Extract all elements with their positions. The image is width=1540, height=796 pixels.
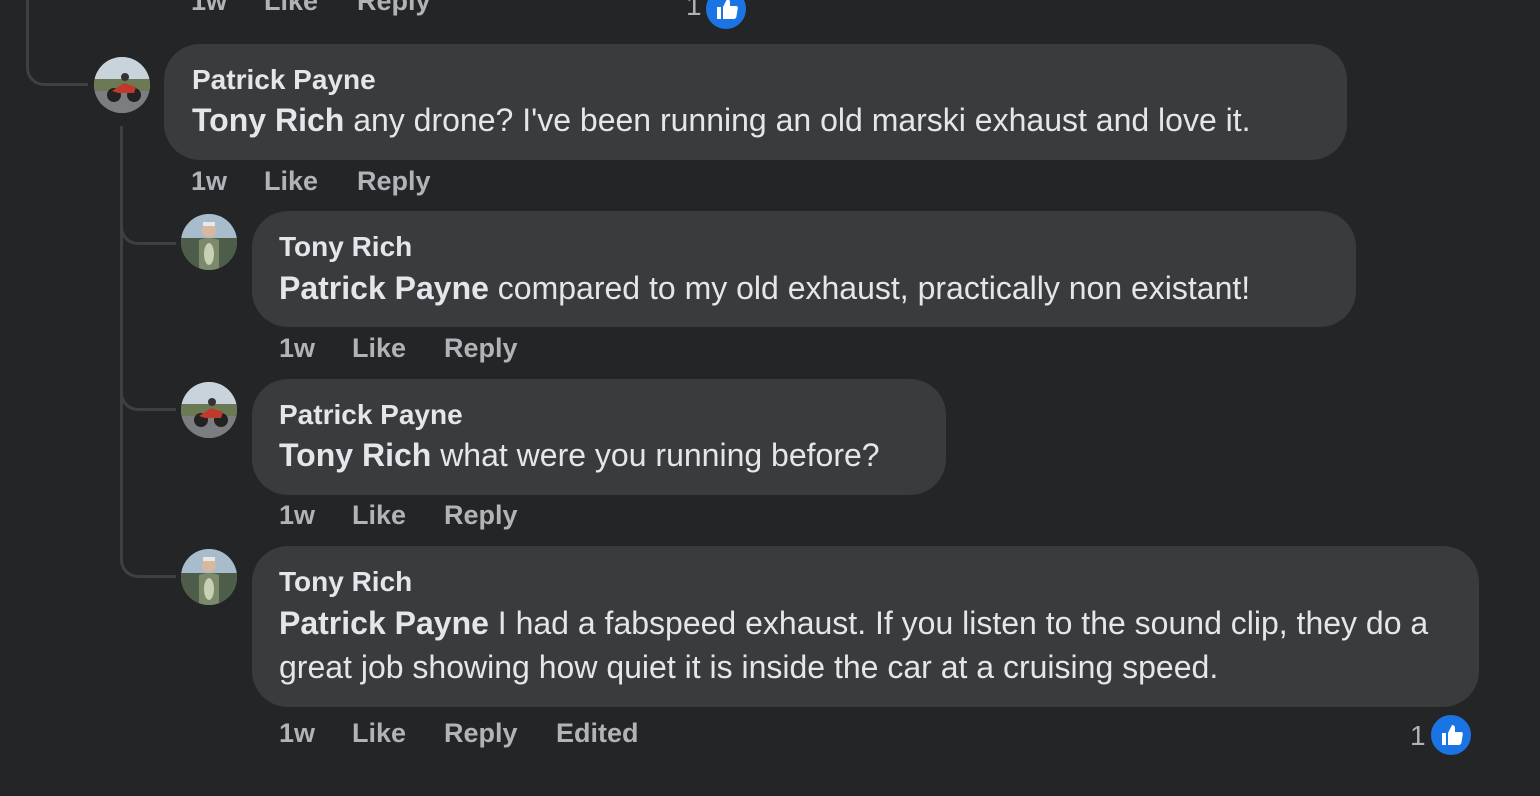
reply-button[interactable]: Reply (357, 0, 431, 17)
mention-link[interactable]: Tony Rich (279, 437, 431, 473)
comment-body: any drone? I've been running an old mars… (344, 102, 1251, 138)
like-button[interactable]: Like (264, 166, 318, 197)
reaction-count[interactable]: 1 (1410, 720, 1426, 752)
motorcycle-avatar (181, 382, 237, 438)
person-fish-avatar (181, 549, 237, 605)
like-button[interactable]: Like (352, 500, 406, 531)
person-fish-avatar (181, 214, 237, 270)
comment-time[interactable]: 1w (279, 718, 315, 749)
thread-connector-reply-3 (120, 536, 176, 578)
comment-bubble: Tony Rich Patrick Payne I had a fabspeed… (252, 546, 1479, 707)
comment-text: Patrick Payne compared to my old exhaust… (279, 266, 1349, 310)
comment-bubble: Tony Rich Patrick Payne compared to my o… (252, 211, 1356, 327)
reply-button[interactable]: Reply (444, 718, 518, 749)
comment-author[interactable]: Patrick Payne (192, 64, 376, 96)
comment-time[interactable]: 1w (191, 166, 227, 197)
comment-text: Tony Rich any drone? I've been running a… (192, 98, 1332, 142)
thread-connector-outer (26, 0, 88, 86)
comment-bubble: Patrick Payne Tony Rich what were you ru… (252, 379, 946, 495)
thumbs-up-icon[interactable] (1428, 712, 1474, 758)
reply-button[interactable]: Reply (444, 500, 518, 531)
mention-link[interactable]: Patrick Payne (279, 605, 489, 641)
like-button[interactable]: Like (352, 718, 406, 749)
comment-body: compared to my old exhaust, practically … (488, 270, 1251, 306)
comment-author[interactable]: Tony Rich (279, 566, 412, 598)
comment-text: Patrick Payne I had a fabspeed exhaust. … (279, 601, 1459, 689)
edited-label[interactable]: Edited (556, 718, 639, 749)
thread-line-inner (120, 126, 123, 556)
comment-time[interactable]: 1w (279, 500, 315, 531)
thumbs-up-icon[interactable] (703, 0, 749, 32)
comment-text: Tony Rich what were you running before? (279, 433, 939, 477)
mention-link[interactable]: Tony Rich (192, 102, 344, 138)
avatar[interactable] (181, 549, 237, 605)
comment-author[interactable]: Patrick Payne (279, 399, 463, 431)
thread-connector-reply-1 (120, 200, 176, 245)
reaction-count[interactable]: 1 (686, 0, 702, 22)
comment-author[interactable]: Tony Rich (279, 231, 412, 263)
comment-body: what were you running before? (431, 437, 880, 473)
avatar[interactable] (181, 214, 237, 270)
reply-button[interactable]: Reply (357, 166, 431, 197)
comment-time[interactable]: 1w (191, 0, 227, 17)
like-button[interactable]: Like (352, 333, 406, 364)
thread-connector-reply-2 (120, 370, 176, 411)
motorcycle-avatar (94, 57, 150, 113)
like-button[interactable]: Like (264, 0, 318, 17)
mention-link[interactable]: Patrick Payne (279, 270, 489, 306)
reply-button[interactable]: Reply (444, 333, 518, 364)
comment-time[interactable]: 1w (279, 333, 315, 364)
comment-bubble: Patrick Payne Tony Rich any drone? I've … (164, 44, 1347, 160)
avatar[interactable] (181, 382, 237, 438)
avatar[interactable] (94, 57, 150, 113)
